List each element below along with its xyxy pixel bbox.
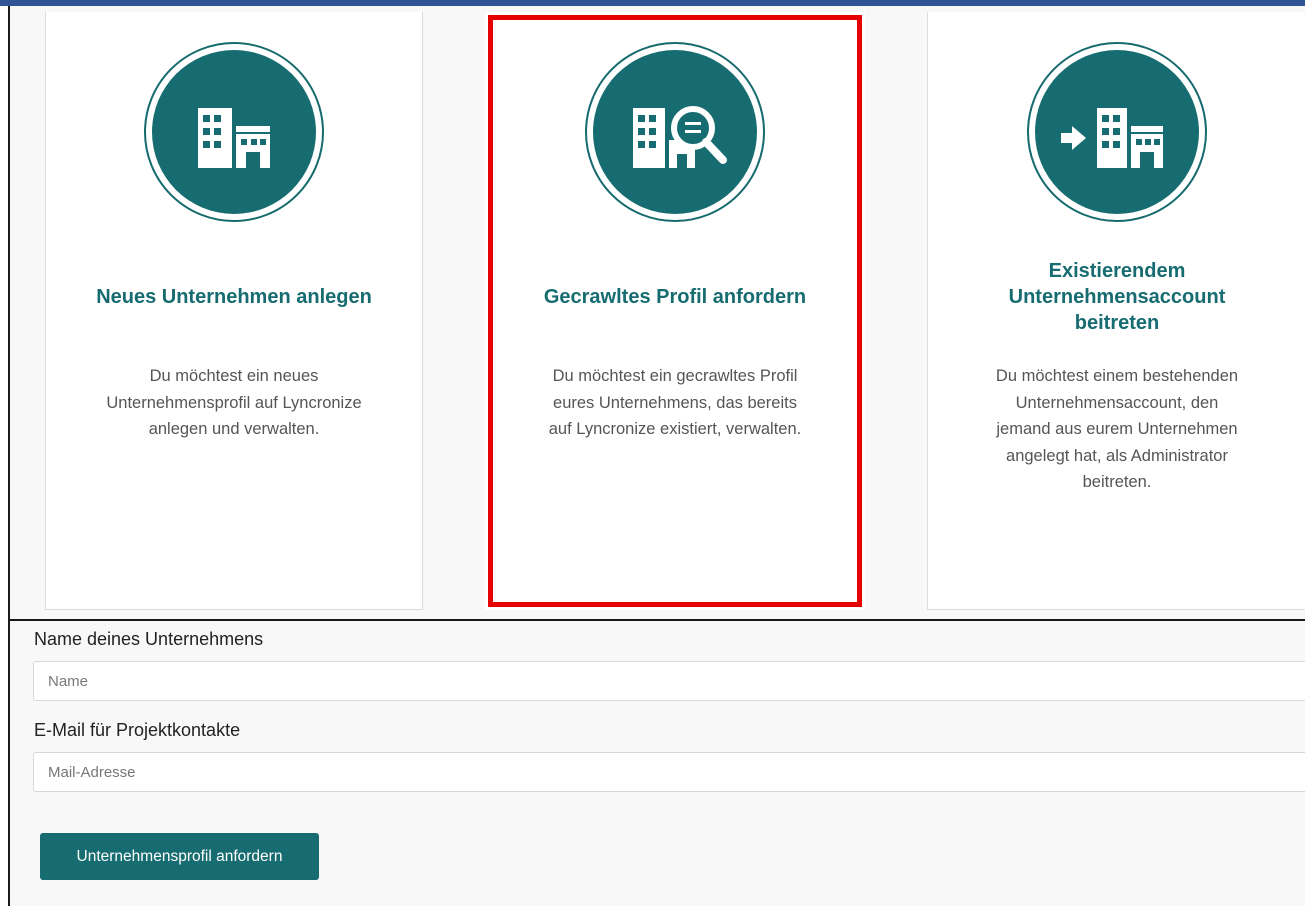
card-title: Existierendem Unternehmensaccount beitre… [1008, 260, 1226, 334]
building-enter-icon [1061, 108, 1163, 168]
company-name-input[interactable] [33, 661, 1305, 701]
buildings-icon [198, 108, 270, 168]
card-icon-circle [144, 42, 324, 222]
company-name-label: Name deines Unternehmens [34, 629, 264, 649]
request-profile-button[interactable]: Unternehmensprofil anfordern [40, 833, 319, 880]
email-input[interactable] [33, 752, 1305, 792]
card-title: Gecrawltes Profil anfordern [543, 286, 807, 308]
building-search-icon [633, 106, 727, 168]
card-icon-circle [585, 42, 765, 222]
card-title: Neues Unternehmen anlegen [96, 286, 372, 308]
card-description: Du möchtest ein neues Unternehmensprofil… [106, 367, 362, 438]
card-description: Du möchtest ein gecrawltes Profil eures … [548, 367, 802, 438]
card-claim-profile[interactable]: Gecrawltes Profil anfordern Du möchtest … [485, 12, 865, 610]
option-cards-section: Neues Unternehmen anlegen Du möchtest ei… [10, 6, 1305, 619]
card-new-company[interactable]: Neues Unternehmen anlegen Du möchtest ei… [45, 12, 423, 610]
card-description: Du möchtest einem bestehenden Unternehme… [995, 367, 1239, 491]
card-icon-circle [1027, 42, 1207, 222]
card-join-account[interactable]: Existierendem Unternehmensaccount beitre… [927, 12, 1305, 610]
email-label: E-Mail für Projektkontakte [34, 720, 241, 740]
